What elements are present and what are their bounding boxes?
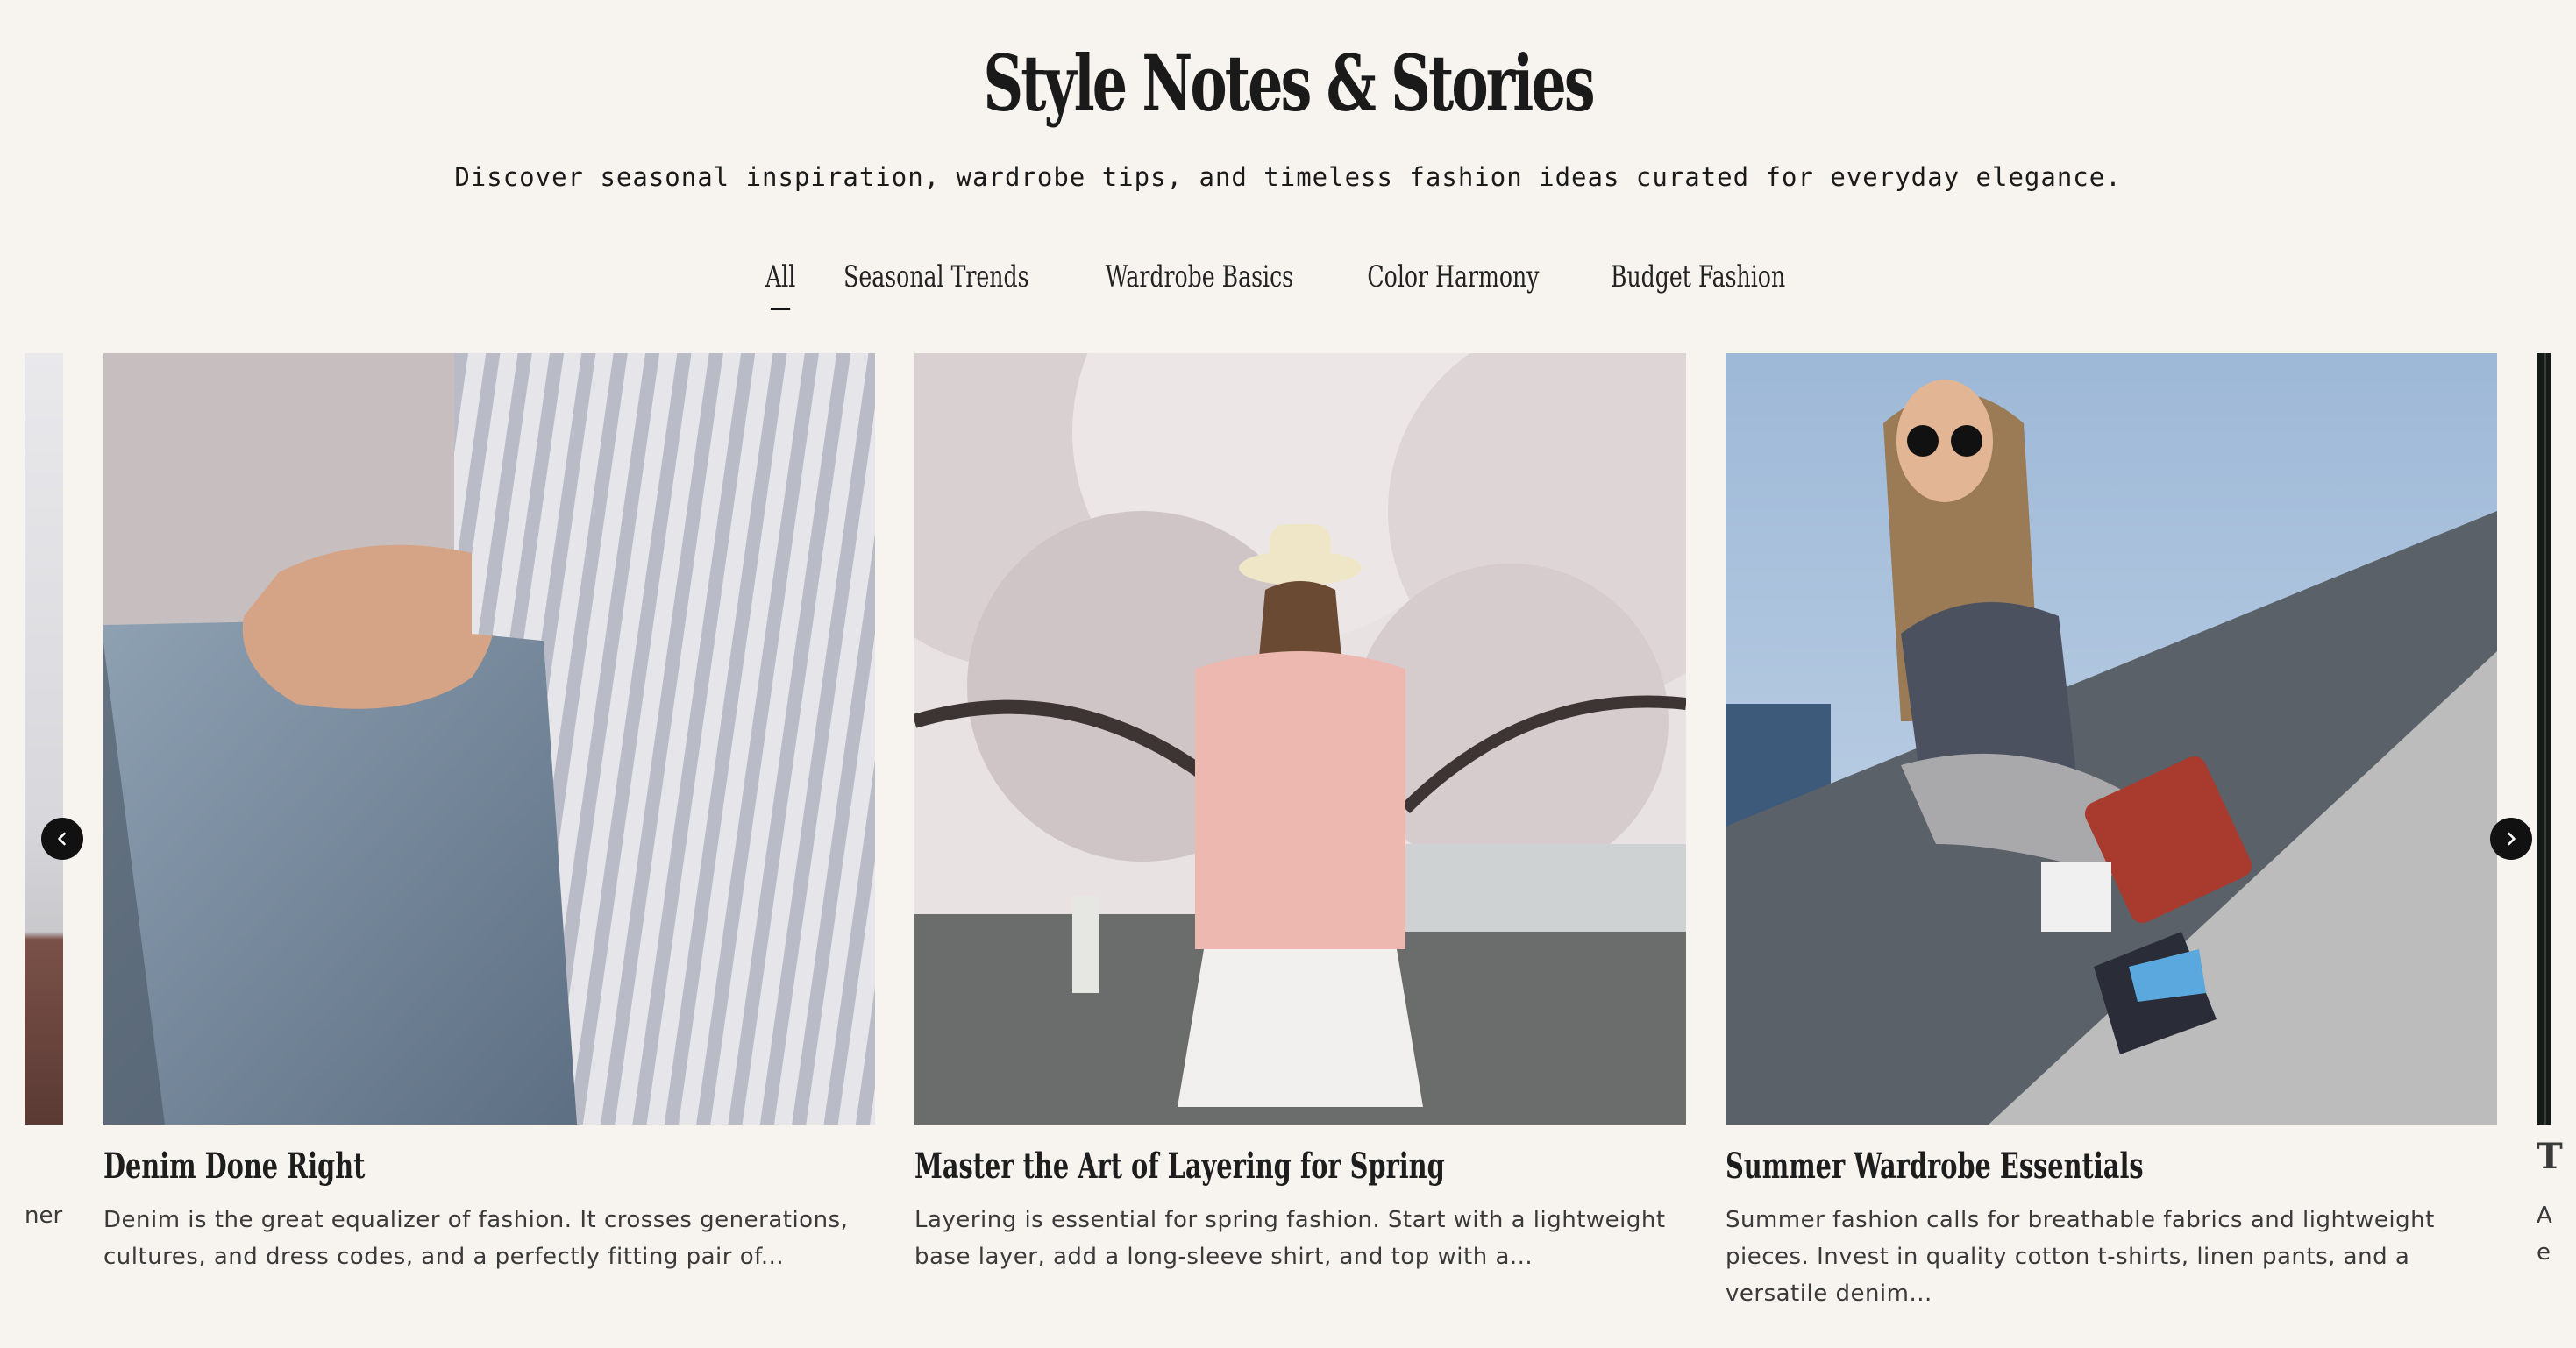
partial-card-left-image[interactable] (25, 353, 63, 1125)
article-excerpt: Summer fashion calls for breathable fabr… (1726, 1207, 2435, 1307)
article-title[interactable]: Summer Wardrobe Essentials (1726, 1142, 2281, 1191)
article-image-layering[interactable] (914, 353, 1686, 1125)
page-title: Style Notes & Stories (983, 38, 1595, 129)
partial-card-right-title: T (2537, 1136, 2563, 1177)
tab-wardrobe-basics[interactable]: Wardrobe Basics (1106, 259, 1293, 310)
tab-seasonal-trends[interactable]: Seasonal Trends (844, 259, 1029, 310)
partial-card-right-excerpt-line2: e (2537, 1239, 2551, 1266)
chevron-right-icon (2508, 832, 2516, 846)
chevron-left-icon (58, 832, 66, 846)
carousel-next-button[interactable] (2490, 818, 2532, 860)
article-card[interactable]: Master the Art of Layering for Spring La… (914, 353, 1686, 1275)
carousel-prev-button[interactable] (41, 818, 83, 860)
category-tabs: All Seasonal Trends Wardrobe Basics Colo… (0, 259, 2576, 310)
page-subtitle: Discover seasonal inspiration, wardrobe … (454, 162, 2122, 192)
partial-card-right-excerpt-line1: A (2537, 1203, 2552, 1229)
blog-page: Style Notes & Stories Discover seasonal … (0, 0, 2576, 1348)
partial-card-left-excerpt: ner (25, 1203, 63, 1229)
article-title[interactable]: Denim Done Right (103, 1142, 659, 1191)
tab-all[interactable]: All (765, 259, 795, 310)
article-card[interactable]: Summer Wardrobe Essentials Summer fashio… (1726, 353, 2497, 1312)
article-image-denim[interactable] (103, 353, 875, 1125)
article-card[interactable]: Denim Done Right Denim is the great equa… (103, 353, 875, 1275)
tab-color-harmony[interactable]: Color Harmony (1367, 259, 1539, 310)
partial-card-right-image[interactable] (2537, 353, 2551, 1125)
article-image-summer[interactable] (1726, 353, 2497, 1125)
tab-budget-fashion[interactable]: Budget Fashion (1611, 259, 1785, 310)
article-excerpt: Denim is the great equalizer of fashion.… (103, 1207, 849, 1270)
article-title[interactable]: Master the Art of Layering for Spring (914, 1142, 1470, 1191)
article-excerpt: Layering is essential for spring fashion… (914, 1207, 1666, 1270)
